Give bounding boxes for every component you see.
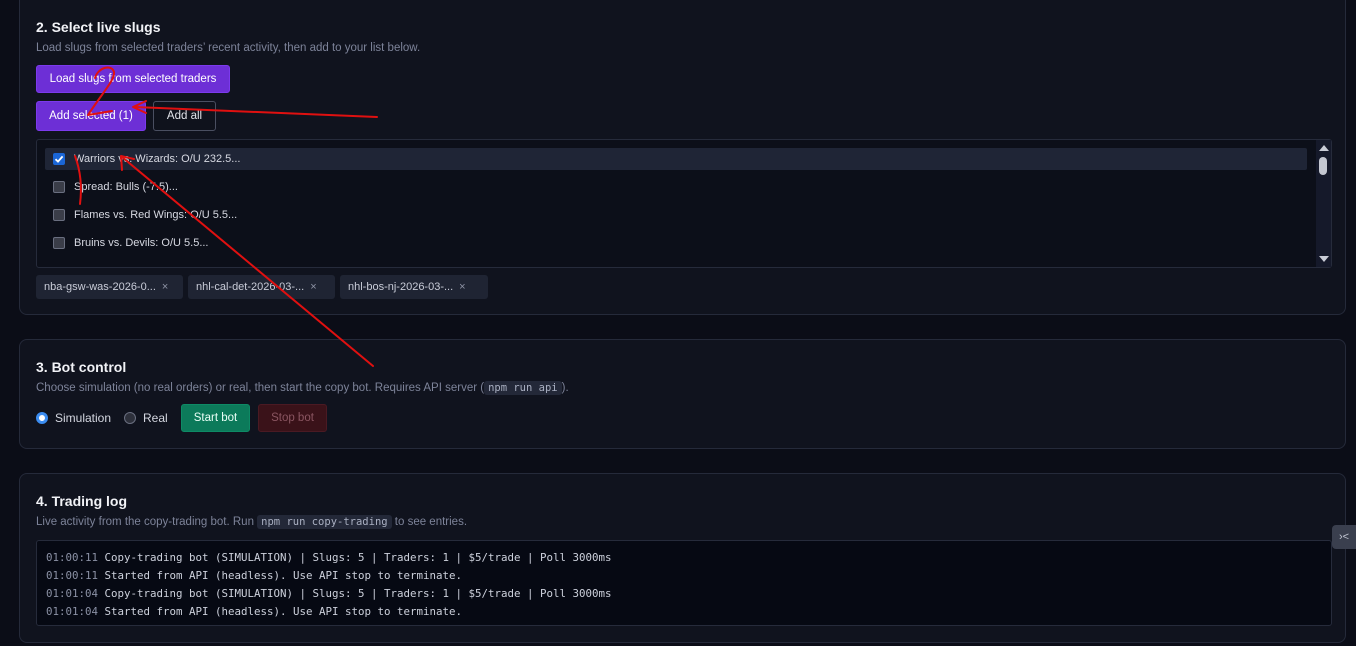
slug-list[interactable]: Warriors vs. Wizards: O/U 232.5... Sprea…: [36, 139, 1332, 268]
start-bot-button[interactable]: Start bot: [181, 404, 250, 432]
bot-control-title: 3. Bot control: [36, 359, 127, 375]
radio-unselected-icon[interactable]: [124, 412, 136, 424]
code-snippet: npm run copy-trading: [257, 515, 392, 529]
add-all-button[interactable]: Add all: [153, 101, 216, 131]
chip-label: nhl-cal-det-2026-03-...: [196, 281, 305, 293]
description-text: ).: [561, 382, 569, 394]
description-text: Choose simulation (no real orders) or re…: [36, 382, 485, 394]
log-time: 01:00:11: [46, 551, 99, 564]
close-icon[interactable]: ×: [459, 281, 465, 293]
slug-label: Flames vs. Red Wings: O/U 5.5...: [74, 209, 238, 221]
log-message: Started from API (headless). Use API sto…: [104, 569, 463, 582]
radio-selected-icon[interactable]: [36, 412, 48, 424]
trading-log-title: 4. Trading log: [36, 493, 128, 509]
select-slugs-description: Load slugs from selected traders’ recent…: [36, 42, 421, 54]
slug-label: Spread: Bulls (-7.5)...: [74, 181, 178, 193]
log-time: 01:00:11: [46, 569, 99, 582]
checkbox[interactable]: [53, 237, 65, 249]
radio-label: Real: [143, 411, 168, 425]
log-time: 01:01:04: [46, 587, 99, 600]
load-slugs-button[interactable]: Load slugs from selected traders: [36, 65, 230, 93]
log-message: Copy-trading bot (SIMULATION) | Slugs: 5…: [104, 551, 612, 564]
stop-bot-button[interactable]: Stop bot: [258, 404, 327, 432]
close-icon[interactable]: ×: [162, 281, 168, 293]
select-slugs-title: 2. Select live slugs: [36, 19, 161, 35]
checkbox[interactable]: [53, 181, 65, 193]
log-entry: 01:00:11 Started from API (headless). Us…: [46, 567, 1322, 585]
scroll-up-arrow-icon[interactable]: [1319, 145, 1329, 151]
slug-item[interactable]: Bruins vs. Devils: O/U 5.5...: [45, 232, 1307, 254]
slug-item[interactable]: Spread: Bulls (-7.5)...: [45, 176, 1307, 198]
slug-chip: nhl-bos-nj-2026-03-... ×: [340, 275, 488, 299]
radio-label: Simulation: [55, 411, 112, 425]
log-time: 01:01:04: [46, 605, 99, 618]
log-message: Started from API (headless). Use API sto…: [104, 605, 463, 618]
radio-simulation[interactable]: Simulation: [36, 411, 111, 425]
bot-control-card: 3. Bot control Choose simulation (no rea…: [19, 339, 1346, 449]
trading-log-description: Live activity from the copy-trading bot.…: [36, 515, 468, 529]
description-text: Live activity from the copy-trading bot.…: [36, 516, 258, 528]
scroll-thumb[interactable]: [1319, 157, 1327, 175]
slug-label: Bruins vs. Devils: O/U 5.5...: [74, 237, 209, 249]
slug-chip: nhl-cal-det-2026-03-... ×: [188, 275, 335, 299]
chip-label: nhl-bos-nj-2026-03-...: [348, 281, 454, 293]
slug-label: Warriors vs. Wizards: O/U 232.5...: [74, 153, 241, 165]
log-entry: 01:00:11 Copy-trading bot (SIMULATION) |…: [46, 549, 1322, 567]
slug-item[interactable]: Warriors vs. Wizards: O/U 232.5...: [45, 148, 1307, 170]
chip-label: nba-gsw-was-2026-0...: [44, 281, 156, 293]
side-panel-toggle-icon[interactable]: ›<: [1332, 525, 1356, 549]
log-output[interactable]: 01:00:11 Copy-trading bot (SIMULATION) |…: [36, 540, 1332, 626]
radio-real[interactable]: Real: [124, 411, 168, 425]
add-selected-button[interactable]: Add selected (1): [36, 101, 146, 131]
code-snippet: npm run api: [484, 381, 562, 395]
log-message: Copy-trading bot (SIMULATION) | Slugs: 5…: [104, 587, 612, 600]
slug-chip: nba-gsw-was-2026-0... ×: [36, 275, 183, 299]
slug-item[interactable]: Flames vs. Red Wings: O/U 5.5...: [45, 204, 1307, 226]
description-text: to see entries.: [391, 516, 468, 528]
checkbox[interactable]: [53, 209, 65, 221]
scroll-down-arrow-icon[interactable]: [1319, 256, 1329, 262]
select-slugs-card: 2. Select live slugs Load slugs from sel…: [19, 0, 1346, 315]
slug-list-scrollbar[interactable]: [1316, 140, 1331, 267]
bot-control-description: Choose simulation (no real orders) or re…: [36, 381, 569, 395]
close-icon[interactable]: ×: [310, 281, 316, 293]
trading-log-card: 4. Trading log Live activity from the co…: [19, 473, 1346, 643]
log-entry: 01:01:04 Started from API (headless). Us…: [46, 603, 1322, 621]
check-icon: [54, 155, 64, 163]
checkbox-checked[interactable]: [53, 153, 65, 165]
log-entry: 01:01:04 Copy-trading bot (SIMULATION) |…: [46, 585, 1322, 603]
